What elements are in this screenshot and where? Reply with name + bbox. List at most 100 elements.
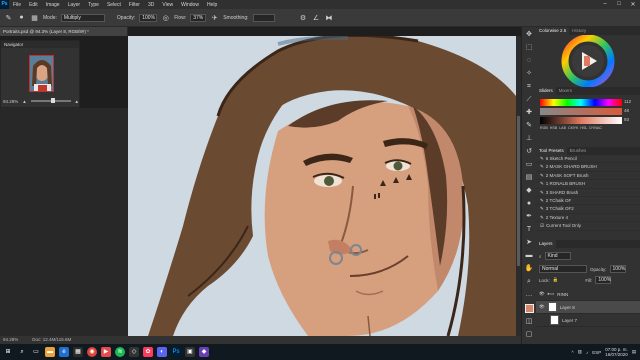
screen-mode-icon[interactable]: ▢ — [525, 331, 534, 339]
layer-group-row[interactable]: 👁 ▸▭ RINN — [536, 288, 640, 301]
list-item[interactable]: ✎ 2 MASK GHARD BRUSH — [536, 163, 640, 172]
pen-tool-icon[interactable]: ✒ — [525, 213, 534, 221]
history-brush-tool-icon[interactable]: ↺ — [525, 148, 534, 156]
brightness-slider[interactable] — [540, 117, 622, 124]
zoom-out-icon[interactable]: ▲ — [22, 99, 26, 104]
eraser-tool-icon[interactable]: ▭ — [525, 161, 534, 169]
tab-colorwise[interactable]: Colorwise 2.5 — [536, 27, 570, 35]
list-item[interactable]: ✎ 3 SHARD Brush — [536, 189, 640, 197]
app-icon[interactable]: ✿ — [143, 347, 153, 357]
crop-tool-icon[interactable]: ⌗ — [525, 83, 534, 91]
gear-icon[interactable]: ⚙ — [299, 13, 308, 22]
marquee-tool-icon[interactable]: ⬚ — [525, 44, 534, 52]
close-button[interactable]: ✕ — [626, 1, 640, 8]
list-item[interactable]: ✎ 2 MASK SOFT Brush — [536, 172, 640, 181]
navigator-thumbnail[interactable] — [29, 55, 54, 92]
mode-select[interactable]: Multiply — [60, 13, 105, 22]
eyedropper-tool-icon[interactable]: ⟋ — [525, 96, 534, 104]
mode-cmyk[interactable]: CMYK — [568, 126, 578, 130]
eye-icon[interactable]: 👁 — [539, 291, 545, 297]
layer-row[interactable]: Layer 7 — [536, 314, 640, 327]
app-icon[interactable]: ▣ — [185, 347, 195, 357]
move-tool-icon[interactable]: ✥ — [525, 31, 534, 39]
mode-dynac[interactable]: DYNAC — [589, 126, 602, 130]
saturation-slider[interactable] — [540, 108, 622, 115]
layer-opacity-field[interactable]: 100% — [609, 265, 626, 273]
quick-mask-icon[interactable]: ◫ — [525, 318, 534, 326]
search-icon[interactable]: ⌕ — [17, 347, 27, 357]
maximize-button[interactable]: □ — [612, 1, 626, 8]
path-select-tool-icon[interactable]: ➤ — [525, 239, 534, 247]
spotify-icon[interactable]: ≋ — [115, 347, 125, 357]
gradient-tool-icon[interactable]: ▤ — [525, 174, 534, 182]
mode-lab[interactable]: LAB — [559, 126, 566, 130]
menu-type[interactable]: Type — [84, 2, 103, 8]
menu-edit[interactable]: Edit — [25, 2, 42, 8]
list-item[interactable]: ✎ 2 TChalk OF — [536, 197, 640, 206]
menu-window[interactable]: Window — [177, 2, 203, 8]
file-explorer-icon[interactable]: ▬ — [45, 347, 55, 357]
network-icon[interactable]: ▥ — [578, 349, 582, 355]
mode-hsl[interactable]: HSL — [580, 126, 587, 130]
blur-tool-icon[interactable]: ◆ — [525, 187, 534, 195]
clock[interactable]: 07:00 p. m. 16/07/2020 — [605, 347, 628, 357]
healing-tool-icon[interactable]: ✚ — [525, 109, 534, 117]
app-icon[interactable]: ◇ — [129, 347, 139, 357]
menu-filter[interactable]: Filter — [125, 2, 144, 8]
brush-tool-icon[interactable]: ✎ — [525, 122, 534, 130]
task-view-icon[interactable]: ▭ — [31, 347, 41, 357]
store-icon[interactable]: ▦ — [73, 347, 83, 357]
media-app-icon[interactable]: ▶ — [101, 347, 111, 357]
menu-layer[interactable]: Layer — [64, 2, 85, 8]
brush-settings-icon[interactable]: ▦ — [30, 13, 39, 22]
lock-icon[interactable]: 🔒 — [553, 277, 559, 283]
list-item[interactable]: ✎ 2 Texture 4 — [536, 214, 640, 223]
menu-file[interactable]: File — [9, 2, 25, 8]
zoom-slider[interactable] — [30, 98, 71, 103]
tab-tool-presets[interactable]: Tool Presets — [536, 147, 567, 155]
layer-filter-select[interactable]: Kind — [544, 252, 571, 260]
airbrush-icon[interactable]: ✈ — [210, 13, 219, 22]
mode-hsb[interactable]: HSB — [550, 126, 557, 130]
hand-tool-icon[interactable]: ✋ — [525, 265, 534, 273]
hue-slider[interactable] — [540, 99, 622, 106]
fill-field[interactable]: 100% — [595, 276, 612, 284]
chevron-up-icon[interactable]: ^ — [572, 350, 574, 355]
slider-value-2[interactable]: 48 — [624, 108, 629, 113]
dodge-tool-icon[interactable]: ● — [525, 200, 534, 208]
slider-value-1[interactable]: 112 — [624, 99, 631, 104]
tab-layers[interactable]: Layers — [536, 240, 556, 248]
zoom-tool-icon[interactable]: ⌕ — [525, 278, 534, 286]
vertical-scrollbar-thumb[interactable] — [517, 116, 520, 266]
quick-select-tool-icon[interactable]: ✧ — [525, 70, 534, 78]
notification-icon[interactable]: ▤ — [632, 349, 636, 355]
menu-3d[interactable]: 3D — [144, 2, 158, 8]
minimize-button[interactable]: – — [598, 1, 612, 8]
list-item[interactable]: ✎ 3 TChalk OF2 — [536, 205, 640, 214]
mode-rgb[interactable]: RGB — [540, 126, 548, 130]
list-item[interactable]: ✎ 6 Sketch Pencil — [536, 155, 640, 164]
zoom-slider-knob[interactable] — [50, 98, 55, 103]
app-icon[interactable]: ◆ — [199, 347, 209, 357]
current-tool-only-checkbox[interactable]: ☑ Current Tool Only — [536, 222, 640, 231]
tab-history[interactable]: History — [569, 27, 589, 35]
clone-stamp-tool-icon[interactable]: ⊥ — [525, 135, 534, 143]
menu-view[interactable]: View — [158, 2, 177, 8]
type-tool-icon[interactable]: T — [525, 226, 534, 234]
status-zoom[interactable]: 94.28% — [3, 336, 18, 344]
canvas[interactable] — [128, 36, 516, 336]
flow-field[interactable]: 37% — [190, 13, 207, 22]
chrome-icon[interactable]: ◉ — [87, 347, 97, 357]
tab-sliders[interactable]: Sliders — [536, 87, 556, 95]
color-wheel[interactable] — [536, 34, 640, 88]
windows-start-icon[interactable]: ⊞ — [3, 347, 13, 357]
photoshop-taskbar-icon[interactable]: Ps — [171, 347, 181, 357]
menu-select[interactable]: Select — [103, 2, 125, 8]
volume-icon[interactable]: ♪ — [586, 350, 588, 355]
tray-language[interactable]: ESP — [592, 350, 601, 355]
zoom-in-icon[interactable]: ▲ — [75, 99, 79, 104]
eye-icon[interactable]: 👁 — [539, 304, 545, 310]
blend-mode-select[interactable]: Normal — [539, 265, 587, 273]
list-item[interactable]: ✎ 1 RONALB BRUSH — [536, 180, 640, 189]
foreground-color-swatch[interactable] — [524, 304, 534, 313]
